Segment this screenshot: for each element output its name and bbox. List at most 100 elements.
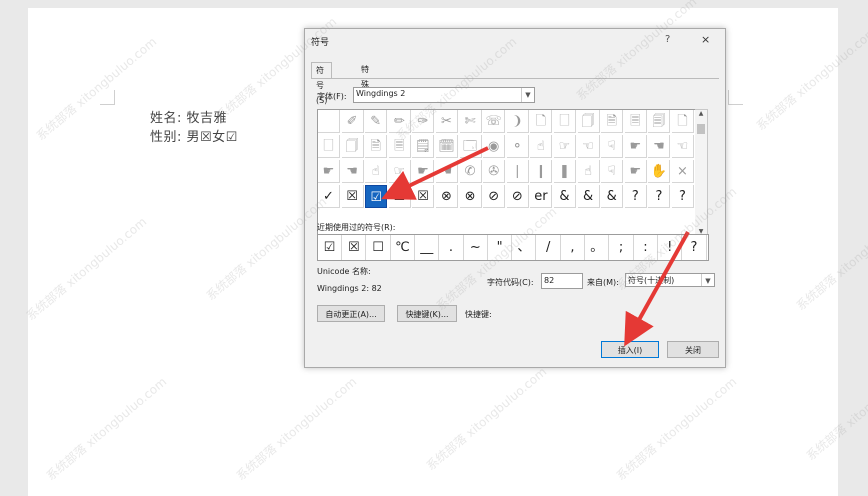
recent-symbol-cell[interactable]: ! xyxy=(658,235,683,260)
symbol-cell[interactable]: ☜ xyxy=(672,135,694,158)
close-button[interactable]: 关闭 xyxy=(667,341,719,358)
symbol-cell[interactable]: × xyxy=(672,160,694,183)
symbol-cell[interactable]: ? xyxy=(648,185,671,208)
symbol-cell[interactable]: ✋ xyxy=(648,160,671,183)
symbol-cell[interactable]: ☒ xyxy=(341,185,364,208)
symbol-cell[interactable]: ✎ xyxy=(365,110,388,133)
recent-symbol-cell[interactable]: : xyxy=(634,235,658,260)
symbol-cell[interactable]: ☟ xyxy=(601,160,624,183)
symbol-cell[interactable]: 🗐 xyxy=(648,110,671,133)
recent-symbol-cell[interactable]: ☒ xyxy=(342,235,367,260)
symbol-cell[interactable]: ✐ xyxy=(341,110,364,133)
symbol-cell[interactable]: ☒ xyxy=(388,185,411,208)
close-icon[interactable]: × xyxy=(701,33,710,46)
symbol-cell[interactable]: er xyxy=(530,185,553,208)
shortcut-key-button[interactable]: 快捷键(K)... xyxy=(397,305,457,322)
symbol-cell[interactable]: & xyxy=(577,185,600,208)
symbol-cell[interactable]: ☜ xyxy=(577,135,600,158)
symbol-cell[interactable]: ◉ xyxy=(483,135,506,158)
symbol-cell[interactable]: ❙ xyxy=(530,160,553,183)
symbol-cell[interactable]: 🗔 xyxy=(459,135,482,158)
symbol-cell[interactable]: ✇ xyxy=(483,160,506,183)
recent-symbol-cell[interactable]: 、 xyxy=(512,235,537,260)
symbol-cell[interactable]: ✑ xyxy=(412,110,435,133)
recent-symbol-cell[interactable]: / xyxy=(537,235,561,260)
symbol-cell[interactable]: ☛ xyxy=(412,160,435,183)
symbol-cell[interactable]: ⊗ xyxy=(436,185,458,208)
symbol-cell[interactable]: ☟ xyxy=(601,135,624,158)
symbol-cell[interactable]: 🗍 xyxy=(341,135,364,158)
recent-symbol-cell[interactable]: ℃ xyxy=(391,235,415,260)
symbol-grid[interactable]: ✐ ✎ ✏ ✑ ✂ ✄ ☏ ❩ 🗋 🗌 🗍 🗎 🗏 🗐 🗋 🗌 🗍 🗎 🗏 🗒 🗓 🗔 ◉ ⚬ ☝ ☞ ☜ ☟ ☛ ☚ ☜ ☛ ☚ ☝ ☞ ☛ ☚ ✆ ✇ ❘… xyxy=(317,109,697,239)
symbol-cell[interactable]: ⊘ xyxy=(506,185,529,208)
symbol-cell[interactable]: ✄ xyxy=(459,110,482,133)
symbol-cell[interactable]: 🗒 xyxy=(412,135,435,158)
char-code-input[interactable]: 82 xyxy=(541,273,583,289)
selected-symbol-cell[interactable]: ☑ xyxy=(365,185,388,208)
help-icon[interactable]: ? xyxy=(665,34,670,45)
symbol-cell[interactable]: 🗎 xyxy=(601,110,624,133)
symbol-cell[interactable]: ☒ xyxy=(412,185,435,208)
symbol-cell[interactable]: ☏ xyxy=(483,110,506,133)
symbol-grid-scrollbar[interactable]: ▲ ▼ xyxy=(695,109,708,239)
recent-symbol-cell[interactable]: ☐ xyxy=(367,235,391,260)
symbol-cell[interactable]: ✓ xyxy=(318,185,340,208)
symbol-cell[interactable]: ❚ xyxy=(554,160,576,183)
recent-symbol-cell[interactable]: ; xyxy=(610,235,634,260)
symbol-cell[interactable]: 🗋 xyxy=(672,110,694,133)
symbol-cell[interactable]: ✆ xyxy=(459,160,482,183)
symbol-cell[interactable]: ☚ xyxy=(648,135,671,158)
symbol-cell[interactable]: ✂ xyxy=(436,110,458,133)
symbol-cell[interactable]: ☝ xyxy=(365,160,388,183)
recent-symbol-cell[interactable]: __ xyxy=(415,235,440,260)
insert-button[interactable]: 插入(I) xyxy=(601,341,659,358)
symbol-cell[interactable]: 🗏 xyxy=(624,110,647,133)
symbol-cell[interactable]: 🗓 xyxy=(436,135,458,158)
doc-line-gender[interactable]: 性别: 男☒女☑ xyxy=(150,126,238,145)
symbol-cell[interactable]: ☛ xyxy=(318,160,340,183)
recent-symbol-cell[interactable]: ☑ xyxy=(318,235,342,260)
font-select[interactable]: Wingdings 2 ▼ xyxy=(353,87,535,103)
symbol-cell[interactable]: 🗋 xyxy=(530,110,553,133)
symbol-cell[interactable]: & xyxy=(554,185,576,208)
symbol-cell[interactable]: ❘ xyxy=(506,160,529,183)
chevron-down-icon[interactable]: ▼ xyxy=(521,88,534,102)
symbol-cell[interactable]: ❩ xyxy=(506,110,529,133)
symbol-cell[interactable]: ⊗ xyxy=(459,185,482,208)
recent-symbol-cell[interactable]: ? xyxy=(683,235,707,260)
recent-symbol-cell[interactable]: , xyxy=(561,235,585,260)
symbol-cell[interactable]: ✏ xyxy=(388,110,411,133)
symbol-cell[interactable]: 🗌 xyxy=(318,135,340,158)
doc-line-name[interactable]: 姓名: 牧吉雅 xyxy=(150,107,227,126)
symbol-cell[interactable]: ☝ xyxy=(577,160,600,183)
tab-symbols[interactable]: 符号(S) xyxy=(311,62,333,105)
symbol-cell[interactable]: ☝ xyxy=(530,135,553,158)
recent-symbol-cell[interactable]: " xyxy=(488,235,513,260)
scroll-thumb[interactable] xyxy=(697,124,705,134)
symbol-cell[interactable]: ☞ xyxy=(554,135,576,158)
symbol-cell[interactable]: & xyxy=(601,185,624,208)
tab-special-characters[interactable]: 特殊字符(P) xyxy=(357,62,376,134)
scroll-up-icon[interactable]: ▲ xyxy=(695,110,707,120)
symbol-cell[interactable]: 🗏 xyxy=(388,135,411,158)
recent-symbol-cell[interactable]: . xyxy=(440,235,464,260)
symbol-cell[interactable]: ☚ xyxy=(436,160,458,183)
symbol-cell[interactable]: ☞ xyxy=(388,160,411,183)
recent-symbol-cell[interactable]: ~ xyxy=(464,235,488,260)
symbol-cell[interactable]: 🗎 xyxy=(365,135,388,158)
symbol-cell[interactable]: ? xyxy=(624,185,647,208)
symbol-cell[interactable]: ⊘ xyxy=(483,185,506,208)
symbol-cell[interactable]: 🗍 xyxy=(577,110,600,133)
symbol-cell[interactable]: 🗌 xyxy=(554,110,576,133)
symbol-cell[interactable]: ? xyxy=(672,185,694,208)
chevron-down-icon[interactable]: ▼ xyxy=(701,274,714,286)
recent-symbols-grid[interactable]: ☑ ☒ ☐ ℃ __. ~ "、 /,。;:!? xyxy=(317,234,709,261)
autocorrect-button[interactable]: 自动更正(A)... xyxy=(317,305,385,322)
symbol-cell[interactable] xyxy=(318,110,340,133)
symbol-cell[interactable]: ☛ xyxy=(624,135,647,158)
symbol-cell[interactable]: ⚬ xyxy=(506,135,529,158)
symbol-cell[interactable]: ☚ xyxy=(341,160,364,183)
from-select[interactable]: 符号(十进制) ▼ xyxy=(625,273,715,287)
symbol-cell[interactable]: ☛ xyxy=(624,160,647,183)
recent-symbol-cell[interactable]: 。 xyxy=(585,235,610,260)
